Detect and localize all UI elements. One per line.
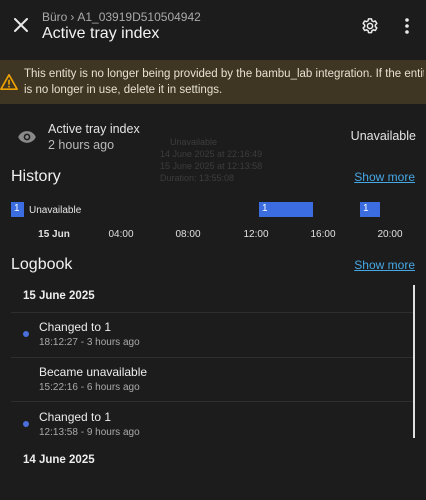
entry-time: 12:13:58 - 9 hours ago (39, 427, 140, 438)
warning-icon (0, 73, 18, 91)
warning-line-2: is no longer in use, delete it in settin… (24, 84, 223, 96)
history-tooltip: Unavailable 14 June 2025 at 22:16:49 15 … (160, 136, 262, 184)
breadcrumb-device: A1_03919D510504942 (77, 10, 201, 24)
timeline-bar-label: 1 (14, 203, 20, 214)
settings-button[interactable] (358, 14, 382, 38)
history-title: History (11, 168, 61, 185)
chevron-right-icon: › (70, 10, 75, 24)
entry-dot-icon (23, 331, 29, 337)
entry-time: 18:12:27 - 3 hours ago (39, 337, 140, 348)
tooltip-start: 14 June 2025 at 22:16:49 (160, 149, 263, 159)
entry-title: Changed to 1 (39, 410, 112, 424)
logbook-title: Logbook (11, 256, 73, 273)
timeline-bar[interactable]: 1 (360, 202, 380, 217)
warning-text: This entity is no longer being provided … (24, 66, 424, 98)
tooltip-state: Unavailable (170, 137, 218, 147)
more-options-button[interactable] (396, 14, 418, 38)
entity-last-changed: 2 hours ago (48, 138, 115, 152)
timeline-unavailable-label: Unavailable (29, 205, 82, 216)
divider (11, 401, 413, 402)
entry-dot-icon (23, 421, 29, 427)
timeline-tick: 12:00 (243, 229, 269, 240)
breadcrumb-area: Büro (42, 10, 68, 24)
timeline-tick: 20:00 (377, 229, 403, 240)
timeline-tick: 16:00 (310, 229, 336, 240)
warning-line-1: This entity is no longer being provided … (24, 68, 424, 80)
close-icon[interactable] (14, 18, 28, 32)
timeline-tick: 08:00 (175, 229, 201, 240)
logbook-scrollbar[interactable] (413, 285, 415, 438)
timeline-tick: 04:00 (108, 229, 134, 240)
entry-time: 15:22:16 - 6 hours ago (39, 382, 140, 393)
timeline-bar[interactable]: 1 (259, 202, 313, 217)
dialog-title: Active tray index (42, 25, 160, 42)
timeline-bar[interactable]: 1 (11, 202, 24, 217)
divider (11, 357, 413, 358)
close-button[interactable] (8, 12, 34, 38)
dialog-header: Büro › A1_03919D510504942 Active tray inde… (0, 0, 426, 52)
timeline-tick: 15 Jun (38, 229, 70, 240)
divider (11, 312, 413, 313)
entry-title: Became unavailable (39, 365, 148, 379)
history-timeline[interactable]: 1 Unavailable 1 1 15 Jun 04:00 08:00 12:… (0, 196, 426, 246)
entity-state-value: Unavailable (350, 129, 416, 143)
more-vertical-icon[interactable] (405, 18, 409, 34)
logbook-date-header: 15 June 2025 (23, 290, 95, 302)
logbook-show-more-link[interactable]: Show more (354, 258, 415, 272)
tooltip-duration: Duration: 13:55:08 (160, 173, 235, 183)
eye-icon (18, 131, 36, 143)
logbook-date-header: 14 June 2025 (23, 454, 95, 466)
gear-icon[interactable] (361, 17, 379, 35)
timeline-bar-label: 1 (262, 203, 268, 214)
history-show-more-link[interactable]: Show more (354, 170, 415, 184)
tooltip-end: 15 June 2025 at 12:13:58 (160, 161, 263, 171)
entry-title: Changed to 1 (39, 320, 112, 334)
entity-name: Active tray index (48, 122, 140, 136)
breadcrumb: Büro › A1_03919D510504942 (42, 10, 201, 24)
timeline-bar-label: 1 (363, 203, 369, 214)
warning-banner: This entity is no longer being provided … (0, 60, 426, 104)
